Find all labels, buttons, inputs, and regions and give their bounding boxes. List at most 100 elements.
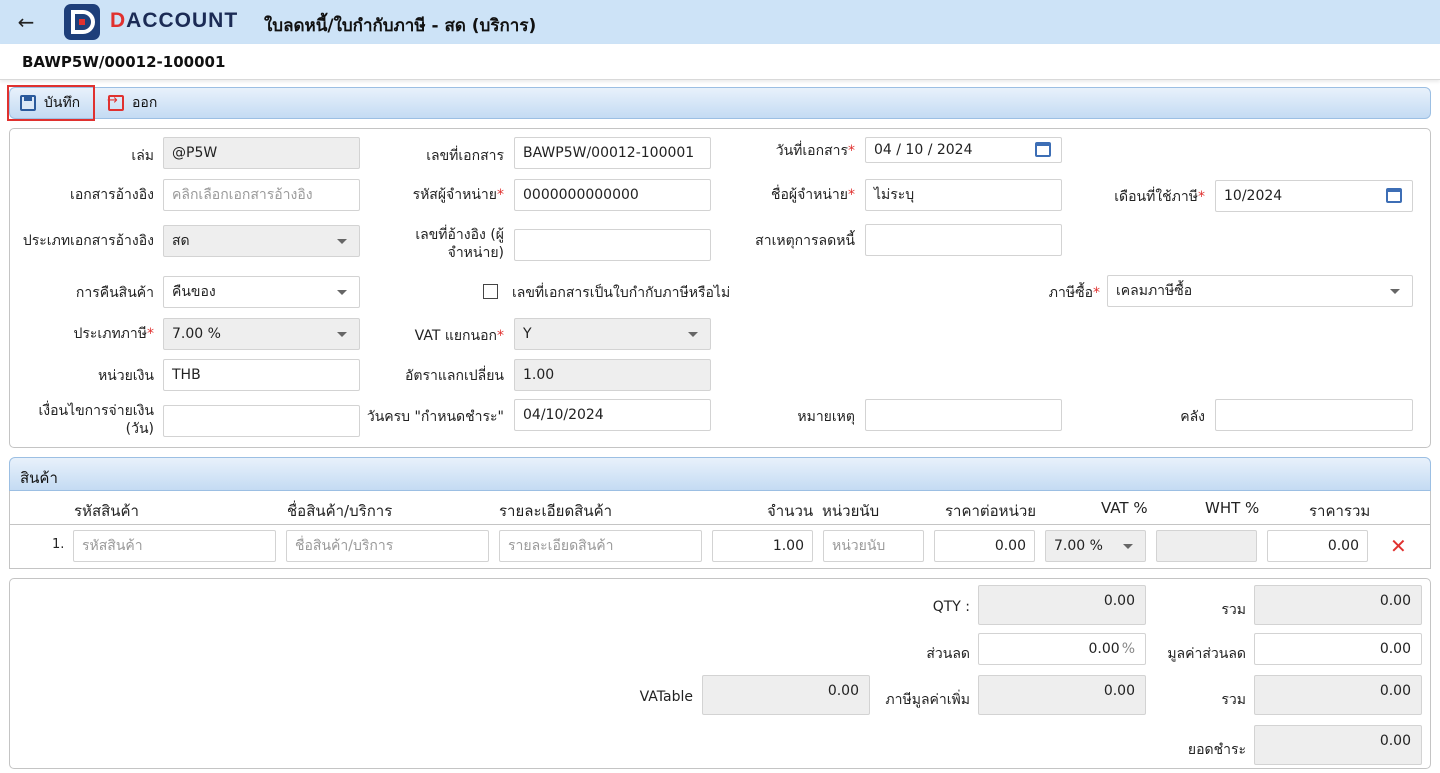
document-bar: BAWP5W/00012-100001	[0, 44, 1440, 80]
doc-number-label: เลขที่เอกสาร	[426, 148, 504, 164]
save-button[interactable]: บันทึก	[7, 85, 95, 121]
row-number: 1.	[52, 537, 65, 552]
col-unit: หน่วยนับ	[822, 502, 880, 520]
vendor-code-field[interactable]: 0000000000000	[514, 179, 711, 211]
unit-input[interactable]: หน่วยนับ	[823, 530, 924, 562]
chevron-down-icon	[337, 290, 347, 295]
quantity-input[interactable]: 1.00	[712, 530, 813, 562]
delete-x-icon[interactable]: ✕	[1390, 535, 1407, 557]
tax-invoice-checkbox-label: เลขที่เอกสารเป็นใบกำกับภาษีหรือไม่	[512, 285, 731, 301]
tax-month-field[interactable]: 10/2024	[1215, 180, 1413, 212]
col-wht: WHT %	[1205, 499, 1260, 517]
vendor-code-label: รหัสผู้จำหน่าย*	[412, 187, 504, 203]
col-quantity: จำนวน	[767, 502, 814, 520]
chevron-down-icon	[337, 239, 347, 244]
chevron-down-icon	[1123, 544, 1133, 549]
daccount-logo-icon	[64, 4, 100, 40]
document-number: BAWP5W/00012-100001	[22, 53, 226, 71]
currency-label: หน่วยเงิน	[97, 368, 154, 384]
ref-doc-type-select[interactable]: สด	[163, 225, 360, 257]
page-title: ใบลดหนี้/ใบกำกับภาษี - สด (บริการ)	[264, 16, 537, 36]
calendar-icon[interactable]	[1386, 188, 1402, 203]
reason-label: สาเหตุการลดหนี้	[755, 233, 855, 249]
wht-field	[1156, 530, 1257, 562]
total-field: 0.00	[1254, 675, 1422, 715]
subtotal-field: 0.00	[1254, 585, 1422, 625]
total-label: รวม	[1221, 692, 1246, 708]
vat-amount-label: ภาษีมูลค่าเพิ่ม	[885, 692, 970, 708]
warehouse-label: คลัง	[1180, 409, 1205, 425]
floppy-disk-icon	[20, 95, 36, 111]
subtotal-label: รวม	[1221, 602, 1246, 618]
vat-select[interactable]: 7.00 %	[1045, 530, 1146, 562]
exchange-rate-field: 1.00	[514, 359, 711, 391]
ref-number-label: เลขที่อ้างอิง (ผู้ จำหน่าย)	[415, 227, 504, 261]
discount-label: ส่วนลด	[926, 646, 970, 662]
note-label: หมายเหตุ	[797, 409, 855, 425]
vat-separate-select[interactable]: Y	[514, 318, 711, 350]
product-name-input[interactable]: ชื่อสินค้า/บริการ	[286, 530, 489, 562]
net-payment-field: 0.00	[1254, 725, 1422, 765]
exit-button-label: ออก	[132, 95, 158, 111]
vat-amount-field: 0.00	[978, 675, 1146, 715]
exchange-rate-label: อัตราแลกเปลี่ยน	[405, 368, 504, 384]
due-date-label: วันครบ "กำหนดชำระ"	[366, 409, 504, 425]
product-code-input[interactable]: รหัสสินค้า	[73, 530, 276, 562]
product-detail-input[interactable]: รายละเอียดสินค้า	[499, 530, 702, 562]
col-unit-price: ราคาต่อหน่วย	[945, 502, 1037, 520]
reason-field[interactable]	[865, 224, 1062, 256]
warehouse-field[interactable]	[1215, 399, 1413, 431]
calendar-icon[interactable]	[1035, 142, 1051, 157]
ref-doc-label: เอกสารอ้างอิง	[70, 187, 154, 203]
discount-percent-input[interactable]: 0.00%	[978, 633, 1146, 665]
ref-doc-type-label: ประเภทเอกสารอ้างอิง	[22, 233, 154, 249]
exit-button[interactable]: ออก	[107, 88, 158, 118]
unit-price-input[interactable]: 0.00	[934, 530, 1035, 562]
doc-date-field[interactable]: 04 / 10 / 2024	[865, 137, 1062, 163]
chevron-down-icon	[337, 332, 347, 337]
tax-type-select[interactable]: 7.00 %	[163, 318, 360, 350]
items-section-title: สินค้า	[20, 469, 58, 487]
line-total-input[interactable]: 0.00	[1267, 530, 1368, 562]
tax-month-label: เดือนที่ใช้ภาษี*	[1114, 189, 1205, 205]
col-vat: VAT %	[1101, 499, 1148, 517]
due-date-field[interactable]: 04/10/2024	[514, 399, 711, 431]
payment-terms-label: เงื่อนไขการจ่ายเงิน (วัน)	[38, 403, 154, 437]
ref-number-field[interactable]	[514, 229, 711, 261]
arrow-left-icon[interactable]: ←	[14, 10, 38, 34]
vatable-field: 0.00	[702, 675, 870, 715]
payment-terms-field[interactable]	[163, 405, 360, 437]
vendor-name-label: ชื่อผู้จำหน่าย*	[770, 187, 855, 203]
toolbar: บันทึก ออก	[7, 85, 1431, 121]
totals-panel: QTY : 0.00 รวม 0.00 ส่วนลด 0.00% มูลค่าส…	[9, 578, 1431, 769]
qty-total-field: 0.00	[978, 585, 1146, 625]
doc-number-field[interactable]: BAWP5W/00012-100001	[514, 137, 711, 169]
tax-invoice-checkbox[interactable]	[483, 284, 498, 299]
chevron-down-icon	[1390, 289, 1400, 294]
ref-doc-picker[interactable]: คลิกเลือกเอกสารอ้างอิง	[163, 179, 360, 211]
chevron-down-icon	[688, 332, 698, 337]
col-product-code: รหัสสินค้า	[74, 502, 139, 520]
qty-total-label: QTY :	[932, 599, 970, 615]
purchase-tax-label: ภาษีซื้อ*	[1048, 285, 1100, 301]
net-payment-label: ยอดชำระ	[1187, 742, 1246, 758]
items-table-header: รหัสสินค้า ชื่อสินค้า/บริการ รายละเอียดส…	[9, 491, 1431, 525]
return-goods-select[interactable]: คืนของ	[163, 276, 360, 308]
col-product-detail: รายละเอียดสินค้า	[499, 502, 613, 520]
col-product-name: ชื่อสินค้า/บริการ	[287, 502, 393, 520]
return-goods-label: การคืนสินค้า	[75, 285, 154, 301]
currency-field[interactable]: THB	[163, 359, 360, 391]
note-field[interactable]	[865, 399, 1062, 431]
document-header-form: เล่ม @P5W เลขที่เอกสาร BAWP5W/00012-1000…	[9, 128, 1431, 448]
tax-type-label: ประเภทภาษี*	[73, 326, 155, 342]
brand-name: DACCOUNT	[110, 9, 239, 32]
purchase-tax-select[interactable]: เคลมภาษีซื้อ	[1107, 275, 1413, 307]
book-field: @P5W	[163, 137, 360, 169]
vatable-label: VATable	[639, 689, 693, 705]
doc-date-label: วันที่เอกสาร*	[775, 143, 855, 159]
vendor-name-field[interactable]: ไม่ระบุ	[865, 179, 1062, 211]
discount-amount-input[interactable]: 0.00	[1254, 633, 1422, 665]
items-section-header: สินค้า	[9, 457, 1431, 491]
book-label: เล่ม	[131, 148, 154, 164]
col-total: ราคารวม	[1309, 502, 1371, 520]
